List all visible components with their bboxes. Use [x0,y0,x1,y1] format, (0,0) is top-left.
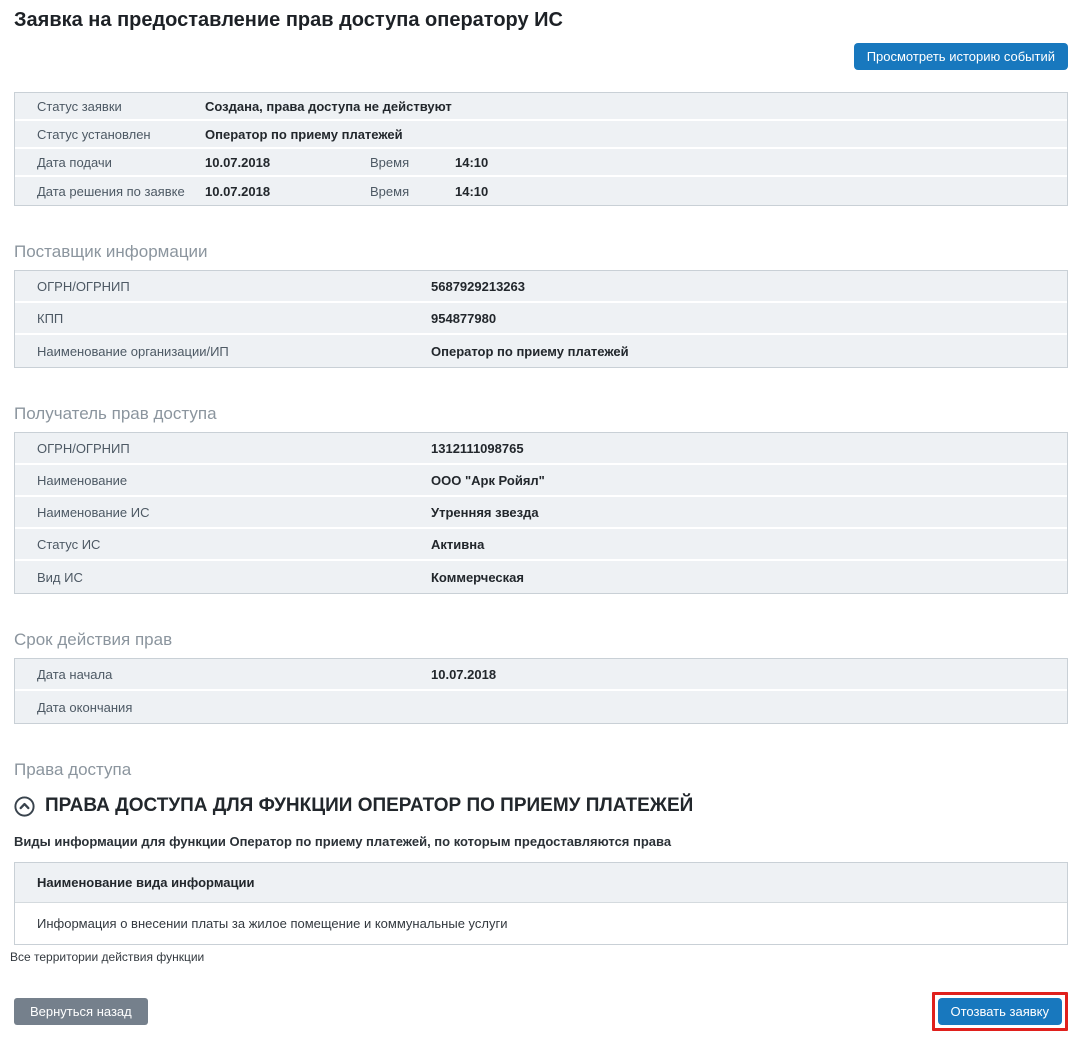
table-row: Информация о внесении платы за жилое пом… [15,903,1067,944]
info-kinds-caption: Виды информации для функции Оператор по … [14,834,1068,850]
validity-table: Дата начала 10.07.2018 Дата окончания [14,658,1068,724]
time-value: 14:10 [455,155,488,170]
row-value: 10.07.2018 [431,667,496,682]
info-kinds-table: Наименование вида информации Информация … [14,862,1068,945]
row-value: Создана, права доступа не действуют [205,99,452,114]
section-heading-recipient: Получатель прав доступа [14,404,1068,424]
section-heading-validity: Срок действия прав [14,630,1068,650]
table-row: Дата начала 10.07.2018 [15,659,1067,691]
table-row: Наименование организации/ИП Оператор по … [15,335,1067,367]
row-label: Дата подачи [15,155,205,170]
recipient-table: ОГРН/ОГРНИП 1312111098765 Наименование О… [14,432,1068,594]
row-label: Дата окончания [15,700,431,715]
time-value: 14:10 [455,184,488,199]
table-row: КПП 954877980 [15,303,1067,335]
function-rights-collapsible-header[interactable]: ПРАВА ДОСТУПА ДЛЯ ФУНКЦИИ ОПЕРАТОР ПО ПР… [14,794,1068,818]
row-value: ООО "Арк Ройял" [431,473,545,488]
table-row: ОГРН/ОГРНИП 5687929213263 [15,271,1067,303]
revoke-application-button[interactable]: Отозвать заявку [938,998,1062,1025]
row-value: Оператор по приему платежей [205,127,403,142]
row-value: Утренняя звезда [431,505,539,520]
table-row: Дата решения по заявке 10.07.2018 Время … [15,177,1067,205]
row-label: Дата решения по заявке [15,184,205,199]
row-value: Активна [431,537,484,552]
row-value: 1312111098765 [431,441,524,456]
row-value: Оператор по приему платежей [431,344,629,359]
table-row: ОГРН/ОГРНИП 1312111098765 [15,433,1067,465]
revoke-button-highlight: Отозвать заявку [932,992,1068,1031]
table-row: Статус установлен Оператор по приему пла… [15,121,1067,149]
row-label: Дата начала [15,667,431,682]
table-row: Статус заявки Создана, права доступа не … [15,93,1067,121]
view-history-button[interactable]: Просмотреть историю событий [854,43,1068,70]
row-label: Статус ИС [15,537,431,552]
table-column-header: Наименование вида информации [15,863,1067,903]
row-label: Наименование [15,473,431,488]
row-value: 5687929213263 [431,279,525,294]
top-actions-bar: Просмотреть историю событий [14,43,1068,70]
table-row: Статус ИС Активна [15,529,1067,561]
back-button[interactable]: Вернуться назад [14,998,148,1025]
section-heading-provider: Поставщик информации [14,242,1068,262]
table-row: Наименование ООО "Арк Ройял" [15,465,1067,497]
row-value: 954877980 [431,311,496,326]
time-label: Время [370,155,455,170]
table-row: Наименование ИС Утренняя звезда [15,497,1067,529]
provider-table: ОГРН/ОГРНИП 5687929213263 КПП 954877980 … [14,270,1068,368]
table-row: Дата окончания [15,691,1067,723]
footer-actions-bar: Вернуться назад Отозвать заявку [14,992,1068,1031]
function-rights-title: ПРАВА ДОСТУПА ДЛЯ ФУНКЦИИ ОПЕРАТОР ПО ПР… [45,794,693,818]
row-label: ОГРН/ОГРНИП [15,279,431,294]
row-label: Статус заявки [15,99,205,114]
row-label: Наименование ИС [15,505,431,520]
table-row: Вид ИС Коммерческая [15,561,1067,593]
row-label: Вид ИС [15,570,431,585]
page: Заявка на предоставление прав доступа оп… [0,0,1082,1041]
chevron-up-circle-icon[interactable] [14,796,35,817]
row-label: ОГРН/ОГРНИП [15,441,431,456]
row-label: Статус установлен [15,127,205,142]
status-table: Статус заявки Создана, права доступа не … [14,92,1068,206]
table-row: Дата подачи 10.07.2018 Время 14:10 [15,149,1067,177]
time-label: Время [370,184,455,199]
row-date-value: 10.07.2018 [205,184,370,199]
row-date-value: 10.07.2018 [205,155,370,170]
territories-note: Все территории действия функции [10,950,1068,964]
page-title: Заявка на предоставление прав доступа оп… [14,8,1068,32]
row-label: КПП [15,311,431,326]
row-value: Коммерческая [431,570,524,585]
row-label: Наименование организации/ИП [15,344,431,359]
section-heading-access-rights: Права доступа [14,760,1068,780]
